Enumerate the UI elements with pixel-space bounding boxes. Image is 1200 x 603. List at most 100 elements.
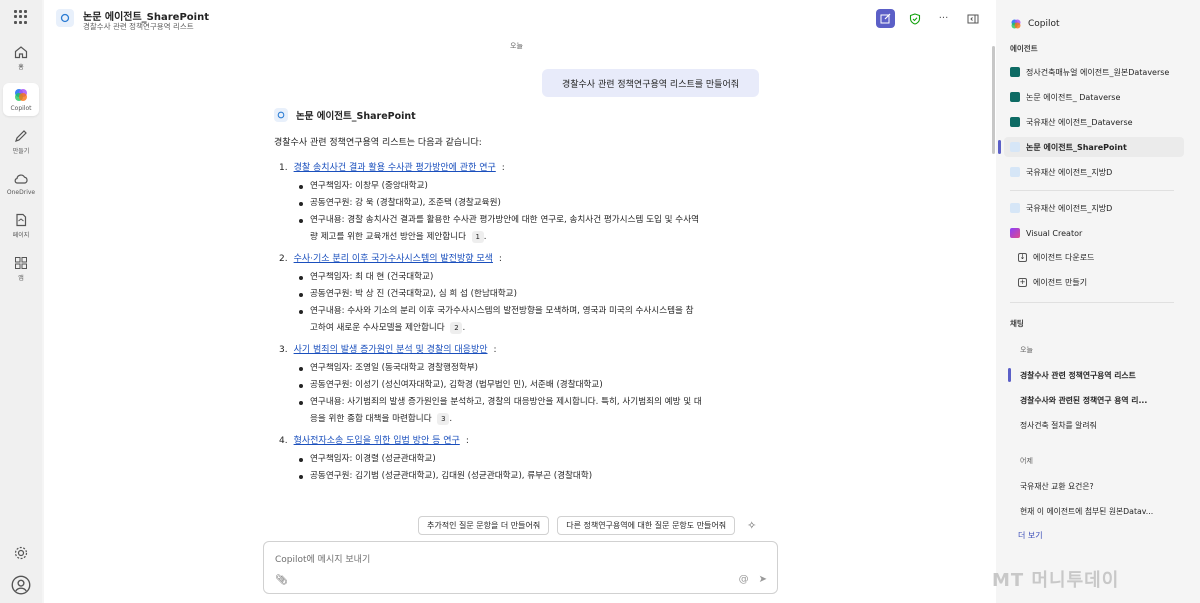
study-title-link[interactable]: 사기 범죄의 발생 증가원인 분석 및 경찰의 대응방안 xyxy=(294,343,488,357)
agent-icon xyxy=(1010,117,1020,127)
message-composer[interactable]: Copilot에 메시지 보내기 📎︎ @ ➤ xyxy=(263,541,778,594)
compose-icon xyxy=(880,13,891,24)
chat-history-item[interactable]: 국유재산 교환 요건은? xyxy=(1020,481,1190,492)
study-item: 2. 수사·기소 분리 이후 국가수사시스템의 발전방향 모색: 연구책임자: 최… xyxy=(274,252,769,337)
study-number: 2. xyxy=(279,254,288,264)
reply-agent-name: 논문 에이전트_SharePoint xyxy=(296,111,416,122)
citation-badge[interactable]: 3 xyxy=(437,413,450,425)
copilot-icon xyxy=(15,89,27,101)
sidebar-agent-item-active[interactable]: 논문 에이전트_SharePoint xyxy=(1004,137,1184,157)
sidebar-agent-item[interactable]: 국유재산 에이전트_Dataverse xyxy=(1004,112,1184,132)
sidebar-copilot-header[interactable]: Copilot xyxy=(1010,18,1060,30)
agent-label: 국유재산 에이전트_지방D xyxy=(1026,167,1113,177)
study-title-link[interactable]: 형사전자소송 도입을 위한 입법 방안 등 연구 xyxy=(294,434,460,448)
app-launcher-icon[interactable] xyxy=(14,10,28,24)
sidebar-agent-item[interactable]: 논문 에이전트_ Dataverse xyxy=(1004,87,1184,107)
citation-badge[interactable]: 2 xyxy=(450,322,463,334)
study-item: 4. 형사전자소송 도입을 위한 입법 방안 등 연구: 연구책임자: 이경렬 (… xyxy=(274,434,769,485)
shield-button[interactable] xyxy=(905,9,924,28)
study-title-link[interactable]: 수사·기소 분리 이후 국가수사시스템의 발전방향 모색 xyxy=(294,252,493,266)
study-detail: 공동연구원: 김기범 (성균관대학교), 김대원 (성균관대학교), 류부곤 (… xyxy=(294,468,769,485)
chat-group-yesterday: 어제 xyxy=(1020,457,1033,465)
sidebar-agent-item[interactable]: Visual Creator xyxy=(1004,223,1184,243)
show-more-link[interactable]: 더 보기 xyxy=(1018,530,1043,541)
study-detail: 연구책임자: 조영일 (동국대학교 경찰행정학부) xyxy=(294,360,769,377)
watermark-logo: MT 머니투데이 xyxy=(992,570,1120,591)
rail-item-onedrive[interactable]: OneDrive xyxy=(3,167,39,200)
study-detail: 연구내용: 사기범죄의 발생 증가원인을 분석하고, 경찰의 대응방안을 제시합… xyxy=(294,394,769,428)
create-agent-button[interactable]: + 에이전트 만들기 xyxy=(1018,277,1087,288)
chat-history-item[interactable]: 경찰수사 관련 정책연구용역 리스트 xyxy=(1020,370,1190,381)
mention-icon[interactable]: @ xyxy=(739,574,749,585)
account-avatar-icon[interactable] xyxy=(11,575,31,595)
user-message: 경찰수사 관련 정책연구용역 리스트를 만들어줘 xyxy=(542,69,759,97)
agent-logo-icon xyxy=(277,111,285,119)
rail-item-copilot[interactable]: Copilot xyxy=(3,83,39,116)
suggestion-chip[interactable]: 추가적인 질문 문항을 더 만들어줘 xyxy=(418,516,550,535)
ellipsis-icon: ··· xyxy=(938,13,949,24)
pen-icon xyxy=(15,130,27,142)
rail-label: 만들기 xyxy=(12,148,30,155)
sidebar-title: Copilot xyxy=(1028,19,1060,29)
settings-gear-icon[interactable] xyxy=(13,545,29,561)
chat-header-label: 채팅 xyxy=(1010,319,1024,328)
suggestion-chip[interactable]: 다른 정책연구용역에 대한 질문 문항도 만들어줘 xyxy=(557,516,736,535)
rail-item-home[interactable]: 홈 xyxy=(3,40,39,75)
active-indicator xyxy=(998,140,1001,154)
plus-icon: + xyxy=(1018,278,1027,287)
sidebar-toggle-icon xyxy=(967,14,978,23)
chat-panel: 논문 에이전트_SharePoint 경찰수사 관련 정책연구용역 리스트 ··… xyxy=(44,0,996,603)
agent-icon xyxy=(1010,167,1020,177)
app-rail: 홈 Copilot 만들기 OneDrive 페이지 앱 xyxy=(0,0,42,603)
agent-reply: 논문 에이전트_SharePoint 경찰수사 관련 정책연구용역 리스트는 다… xyxy=(274,108,769,491)
rail-label: Copilot xyxy=(10,105,32,112)
sparkle-icon[interactable]: ✧ xyxy=(747,519,756,532)
agent-icon xyxy=(1010,67,1020,77)
chat-header: 논문 에이전트_SharePoint 경찰수사 관련 정책연구용역 리스트 ··… xyxy=(44,0,996,36)
agent-label: Visual Creator xyxy=(1026,228,1083,238)
rail-item-create[interactable]: 만들기 xyxy=(3,124,39,159)
download-agent-button[interactable]: ↓ 에이전트 다운로드 xyxy=(1018,252,1094,263)
sidebar-agent-item[interactable]: 정사건축매뉴얼 에이전트_원본Dataverse xyxy=(1004,62,1184,82)
sidebar-agent-item[interactable]: 국유재산 에이전트_지방D xyxy=(1004,198,1184,218)
chat-history-item[interactable]: 정사건축 절차를 알려줘 xyxy=(1020,420,1190,431)
rail-label: 앱 xyxy=(18,275,24,282)
chat-history-item[interactable]: 경찰수사와 관련된 정책연구 용역 리... xyxy=(1020,395,1190,406)
right-sidebar: Copilot 에이전트 정사건축매뉴얼 에이전트_원본Dataverse 논문… xyxy=(998,0,1200,603)
agent-avatar xyxy=(56,9,74,27)
chat-scrollbar[interactable] xyxy=(992,46,995,154)
study-item: 1. 경찰 송치사건 결과 활용 수사관 평가방안에 관한 연구: 연구책임자: … xyxy=(274,161,769,246)
chat-history-item[interactable]: 현재 이 에이전트에 첨부된 원본Datav... xyxy=(1020,506,1190,517)
agent-icon xyxy=(1010,142,1020,152)
study-title-link[interactable]: 경찰 송치사건 결과 활용 수사관 평가방안에 관한 연구 xyxy=(294,161,496,175)
study-item: 3. 사기 범죄의 발생 증가원인 분석 및 경찰의 대응방안: 연구책임자: 조… xyxy=(274,343,769,428)
rail-item-pages[interactable]: 페이지 xyxy=(3,208,39,243)
send-icon[interactable]: ➤ xyxy=(759,574,767,585)
citation-badge[interactable]: 1 xyxy=(471,231,484,243)
download-icon: ↓ xyxy=(1018,253,1027,262)
study-detail: 공동연구원: 강 욱 (경찰대학교), 조준택 (경찰교육원) xyxy=(294,195,769,212)
detail-text: 연구내용: 사기범죄의 발생 증가원인을 분석하고, 경찰의 대응방안을 제시합… xyxy=(310,397,702,407)
message-input[interactable]: Copilot에 메시지 보내기 xyxy=(275,552,370,565)
shield-check-icon xyxy=(909,12,920,25)
action-label: 에이전트 다운로드 xyxy=(1033,253,1095,262)
detail-text: 고하여 새로운 수사모델을 제안합니다 xyxy=(310,323,445,333)
rail-item-apps[interactable]: 앱 xyxy=(3,251,39,286)
detail-text: 연구내용: 경찰 송치사건 결과를 활용한 수사관 평가방안에 대한 연구로, … xyxy=(310,215,700,225)
study-detail: 연구책임자: 최 대 현 (건국대학교) xyxy=(294,269,769,286)
study-detail: 공동연구원: 박 상 진 (건국대학교), 심 희 섭 (한남대학교) xyxy=(294,286,769,303)
rail-label: 페이지 xyxy=(12,232,30,239)
agent-label: 논문 에이전트_SharePoint xyxy=(1026,142,1127,152)
collapse-sidebar-button[interactable] xyxy=(963,9,982,28)
attach-icon[interactable]: 📎︎ xyxy=(275,575,288,586)
sidebar-agent-item[interactable]: 국유재산 에이전트_지방D xyxy=(1004,162,1184,182)
agent-icon xyxy=(1010,203,1020,213)
more-options-button[interactable]: ··· xyxy=(934,9,953,28)
new-chat-button[interactable] xyxy=(876,9,895,28)
cloud-icon xyxy=(14,174,28,184)
study-detail: 공동연구원: 이성기 (성신여자대학교), 김학경 (법무법인 민), 서준배 … xyxy=(294,377,769,394)
study-number: 4. xyxy=(279,436,288,446)
action-label: 에이전트 만들기 xyxy=(1033,278,1088,287)
agent-label: 정사건축매뉴얼 에이전트_원본Dataverse xyxy=(1026,67,1170,77)
rail-label: OneDrive xyxy=(6,189,36,196)
